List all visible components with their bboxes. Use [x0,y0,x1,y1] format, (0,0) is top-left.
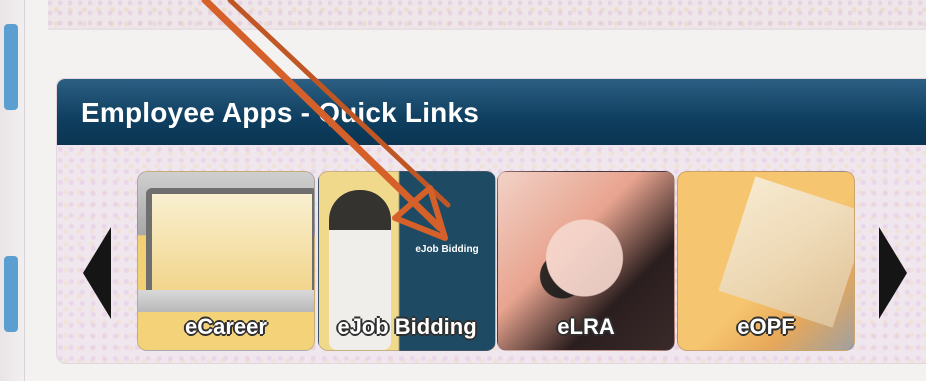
quick-links-carousel: eCareer eJob Bidding eJob Bidding eLRA e… [57,145,926,363]
left-gutter [0,0,25,381]
tile-screen-text: eJob Bidding [415,244,479,255]
widget-header: Employee Apps - Quick Links [57,79,926,145]
person-on-phone-icon [524,204,634,324]
employee-apps-quick-links-widget: Employee Apps - Quick Links eCareer eJob… [56,78,926,364]
next-arrow-icon[interactable] [879,227,907,319]
tile-ecareer[interactable]: eCareer [137,171,315,351]
tile-elra[interactable]: eLRA [497,171,675,351]
tile-label: eOPF [737,314,795,339]
gutter-tab[interactable] [4,256,18,332]
laptop-base [138,290,314,312]
top-panel [48,0,926,30]
tile-label: eCareer [185,314,267,339]
tile-label: eLRA [557,314,615,339]
tile-ejob-bidding[interactable]: eJob Bidding eJob Bidding [318,171,496,351]
folder-icon [718,176,854,328]
previous-arrow-icon[interactable] [83,227,111,319]
tile-label: eJob Bidding [337,314,477,339]
gutter-tab[interactable] [4,24,18,110]
tile-eopf[interactable]: eOPF [677,171,855,351]
laptop-icon [146,188,314,304]
widget-title: Employee Apps - Quick Links [81,97,480,128]
